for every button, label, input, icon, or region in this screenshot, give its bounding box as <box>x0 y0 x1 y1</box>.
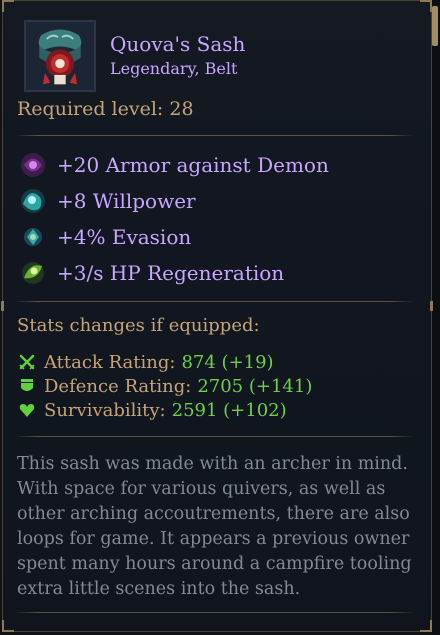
evasion-gem-icon <box>18 222 48 252</box>
flavor-line: extra little scenes into the sash. <box>17 579 301 599</box>
flavor-line: spent many hours around a campfire tooli… <box>17 554 412 574</box>
stat-value: 2705 (+141) <box>197 375 313 397</box>
scrollbar-thumb[interactable] <box>432 6 438 46</box>
willpower-gem-icon <box>18 186 48 216</box>
regeneration-gem-icon <box>18 258 48 288</box>
heart-icon <box>18 401 36 419</box>
stats-title: Stats changes if equipped: <box>17 315 260 336</box>
demon-armor-gem-icon <box>18 150 48 180</box>
required-level: Required level: 28 <box>17 98 194 120</box>
item-name: Quova's Sash <box>110 32 246 56</box>
property-row: +3/s HP Regeneration <box>18 258 284 288</box>
flavor-text: This sash was made with an archer in min… <box>17 452 417 602</box>
stat-label: Survivability: <box>44 399 166 421</box>
divider <box>14 135 414 136</box>
stat-row-attack: Attack Rating: 874 (+19) <box>18 350 274 374</box>
frame-corner <box>2 0 14 12</box>
stat-row-defence: Defence Rating: 2705 (+141) <box>18 374 312 398</box>
stat-value: 874 (+19) <box>181 351 274 373</box>
flavor-line: other arching accoutrements, there are a… <box>17 504 410 524</box>
property-text: +20 Armor against Demon <box>57 153 329 177</box>
shield-icon <box>18 377 36 395</box>
stat-row-survivability: Survivability: 2591 (+102) <box>18 398 287 422</box>
frame-corner <box>420 0 432 12</box>
frame-corner <box>2 620 14 632</box>
property-text: +3/s HP Regeneration <box>57 261 285 285</box>
divider <box>14 612 414 613</box>
frame-knob <box>1 301 4 311</box>
property-row: +20 Armor against Demon <box>18 150 329 180</box>
crossed-swords-icon <box>18 353 36 371</box>
property-text: +8 Willpower <box>57 189 196 213</box>
flavor-line: With space for various quivers, as well … <box>17 479 386 499</box>
property-row: +4% Evasion <box>18 222 191 252</box>
property-row: +8 Willpower <box>18 186 196 216</box>
stat-label: Defence Rating: <box>44 375 192 397</box>
frame-knob <box>430 301 433 311</box>
divider <box>14 436 414 437</box>
item-rarity-type: Legendary, Belt <box>110 59 238 78</box>
flavor-line: loops for game. It appears a previous ow… <box>17 529 410 549</box>
frame-corner <box>420 620 432 632</box>
stat-label: Attack Rating: <box>44 351 176 373</box>
belt-icon <box>24 20 96 92</box>
scrollbar-track[interactable] <box>432 0 440 635</box>
stat-value: 2591 (+102) <box>171 399 287 421</box>
property-text: +4% Evasion <box>57 225 192 249</box>
divider <box>14 301 414 302</box>
flavor-line: This sash was made with an archer in min… <box>17 454 408 474</box>
